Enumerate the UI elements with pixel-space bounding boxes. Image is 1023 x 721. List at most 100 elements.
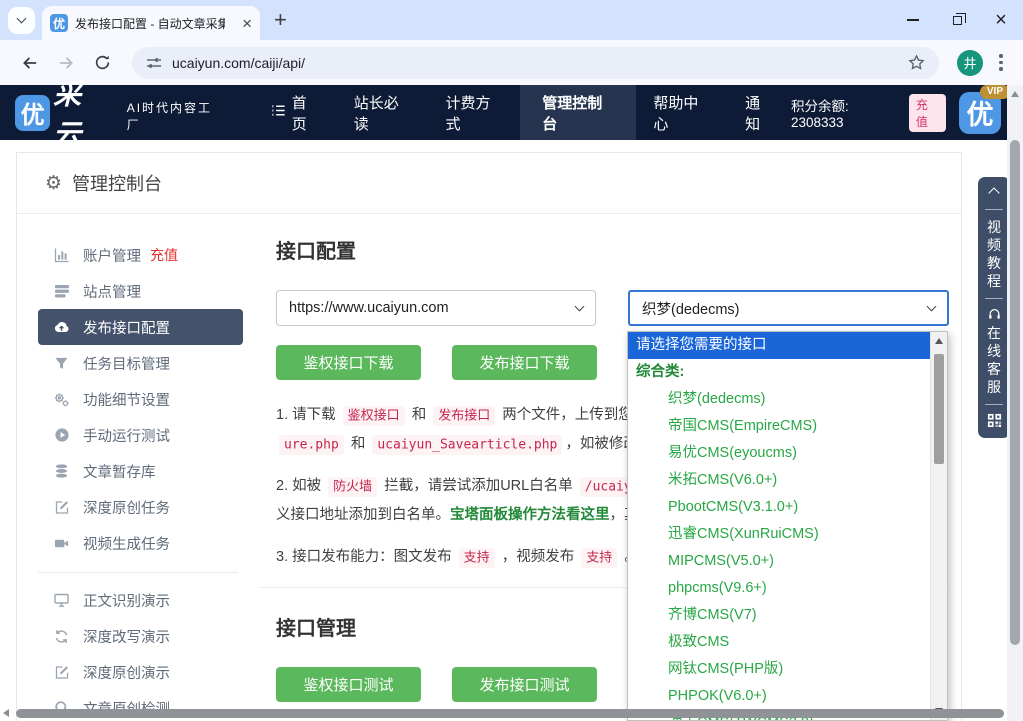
sidebar-divider [38, 572, 238, 573]
browser-profile-avatar[interactable]: 井 [957, 50, 983, 76]
chart-icon [53, 247, 70, 264]
nav-item-站长必读[interactable]: 站长必读 [337, 85, 429, 140]
publish-interface-download-button[interactable]: 发布接口下载 [452, 345, 597, 380]
collapse-chevron-up-icon[interactable] [988, 187, 999, 198]
nav-item-管理控制台[interactable]: 管理控制台 [520, 85, 636, 140]
forward-arrow-icon [57, 54, 75, 72]
cms-option[interactable]: 网钛CMS(PHP版) [628, 656, 930, 683]
cms-option[interactable]: 易优CMS(eyoucms) [628, 440, 930, 467]
vertical-scrollbar[interactable] [1007, 85, 1023, 721]
sidebar-item-账户管理[interactable]: 账户管理充值 [38, 237, 243, 273]
sidebar-item-功能细节设置[interactable]: 功能细节设置 [38, 381, 243, 417]
sidebar: 账户管理充值站点管理发布接口配置任务目标管理功能细节设置手动运行测试文章暂存库深… [17, 214, 259, 721]
video-tutorial-button[interactable]: 视频教程 [987, 218, 1002, 290]
baota-guide-link[interactable]: 宝塔面板操作方法看这里 [450, 507, 610, 523]
sidebar-item-视频生成任务[interactable]: 视频生成任务 [38, 525, 243, 561]
scroll-up-arrow-icon[interactable] [1011, 91, 1019, 97]
online-service-button[interactable]: 在线客服 [987, 324, 1002, 396]
recharge-button[interactable]: 充值 [909, 94, 946, 132]
cms-group-label: 综合类: [628, 359, 930, 386]
code-chip: 防火墙 [328, 477, 377, 497]
cms-option[interactable]: 帝国CMS(EmpireCMS) [628, 413, 930, 440]
sites-icon [53, 283, 70, 300]
dropdown-scroll-thumb[interactable] [934, 354, 944, 464]
refresh-icon [53, 628, 70, 645]
nav-item-通知[interactable]: 通知 [728, 85, 791, 140]
window-close-button[interactable]: × [979, 0, 1023, 40]
sidebar-item-文章暂存库[interactable]: 文章暂存库 [38, 453, 243, 489]
new-tab-button[interactable]: + [274, 7, 287, 33]
cms-option[interactable]: MIPCMS(V5.0+) [628, 548, 930, 575]
tab-search-button[interactable] [8, 7, 35, 34]
dropdown-scrollbar[interactable] [930, 332, 947, 720]
cms-dropdown-list: 请选择您需要的接口综合类:织梦(dedecms)帝国CMS(EmpireCMS)… [627, 331, 948, 721]
auth-interface-download-button[interactable]: 鉴权接口下载 [276, 345, 421, 380]
cms-option[interactable]: 迅睿CMS(XunRuiCMS) [628, 521, 930, 548]
back-button[interactable] [18, 51, 42, 75]
sidebar-item-正文识别演示[interactable]: 正文识别演示 [38, 582, 243, 618]
nav-item-label: 计费方式 [446, 92, 504, 134]
cms-option[interactable]: 齐博CMS(V7) [628, 602, 930, 629]
code-chip: 鉴权接口 [343, 406, 405, 426]
url-bar[interactable]: ucaiyun.com/caiji/api/ [132, 47, 939, 79]
instruction-text: 3. 接口发布能力：图文发布 [276, 549, 456, 565]
bookmark-star-icon[interactable] [908, 54, 925, 71]
horizontal-scroll-thumb[interactable] [16, 709, 1004, 718]
browser-tab[interactable]: 优 发布接口配置 - 自动文章采集器 × [42, 6, 260, 40]
back-arrow-icon [21, 54, 39, 72]
cms-option-selected[interactable]: 请选择您需要的接口 [628, 332, 930, 359]
publish-interface-test-button[interactable]: 发布接口测试 [452, 667, 597, 702]
logo-icon[interactable]: 优 [15, 95, 50, 131]
code-chip: ucaiyun_Savearticle.php [372, 435, 562, 455]
cms-option[interactable]: 织梦(dedecms) [628, 386, 930, 413]
filter-icon [53, 355, 70, 372]
edit-icon [53, 499, 70, 516]
navbar-menu: 首页站长必读计费方式管理控制台帮助中心通知 [254, 85, 791, 140]
cms-option[interactable]: PbootCMS(V3.1.0+) [628, 494, 930, 521]
url-text[interactable]: ucaiyun.com/caiji/api/ [172, 55, 908, 71]
forward-button[interactable] [54, 51, 78, 75]
sidebar-item-任务目标管理[interactable]: 任务目标管理 [38, 345, 243, 381]
user-avatar[interactable]: 优 VIP [959, 92, 1001, 134]
site-select[interactable]: https://www.ucaiyun.com [276, 290, 596, 326]
cms-option[interactable]: phpcms(V9.6+) [628, 575, 930, 602]
favicon: 优 [50, 14, 68, 32]
cms-option[interactable]: PHPOK(V6.0+) [628, 683, 930, 710]
sidebar-item-深度原创任务[interactable]: 深度原创任务 [38, 489, 243, 525]
window-restore-button[interactable] [935, 0, 979, 40]
window-minimize-button[interactable] [891, 0, 935, 40]
sidebar-item-label: 站点管理 [83, 281, 141, 302]
sidebar-item-手动运行测试[interactable]: 手动运行测试 [38, 417, 243, 453]
panel-divider [985, 209, 1003, 210]
nav-item-计费方式[interactable]: 计费方式 [429, 85, 521, 140]
edit-icon [53, 664, 70, 681]
section-title-interface-config: 接口配置 [276, 235, 949, 264]
nav-item-首页[interactable]: 首页 [254, 85, 337, 140]
recharge-link[interactable]: 充值 [150, 245, 178, 265]
vertical-scroll-thumb[interactable] [1010, 140, 1020, 645]
vip-badge: VIP [980, 85, 1010, 99]
floating-side-panel: 视频教程 在线客服 [978, 177, 1010, 438]
scroll-up-arrow-icon[interactable] [935, 338, 943, 344]
tab-close-icon[interactable]: × [242, 15, 252, 32]
auth-interface-test-button[interactable]: 鉴权接口测试 [276, 667, 421, 702]
refresh-button[interactable] [90, 51, 114, 75]
cms-option[interactable]: 米拓CMS(V6.0+) [628, 467, 930, 494]
qr-code-icon[interactable] [987, 413, 1002, 428]
nav-item-帮助中心[interactable]: 帮助中心 [636, 85, 728, 140]
sidebar-item-深度原创演示[interactable]: 深度原创演示 [38, 654, 243, 690]
browser-tab-strip: 优 发布接口配置 - 自动文章采集器 × + × [0, 0, 1023, 40]
video-icon [53, 535, 70, 552]
sidebar-item-label: 正文识别演示 [83, 590, 170, 611]
cms-select[interactable]: 织梦(dedecms) [628, 290, 949, 326]
sidebar-item-发布接口配置[interactable]: 发布接口配置 [38, 309, 243, 345]
cms-option[interactable]: 极致CMS [628, 629, 930, 656]
sidebar-item-站点管理[interactable]: 站点管理 [38, 273, 243, 309]
monitor-icon [53, 592, 70, 609]
refresh-icon [94, 54, 111, 71]
sidebar-item-label: 任务目标管理 [83, 353, 170, 374]
browser-menu-button[interactable] [999, 54, 1003, 71]
headset-icon [987, 307, 1002, 321]
sidebar-item-深度改写演示[interactable]: 深度改写演示 [38, 618, 243, 654]
scroll-left-arrow-icon[interactable] [3, 709, 9, 717]
